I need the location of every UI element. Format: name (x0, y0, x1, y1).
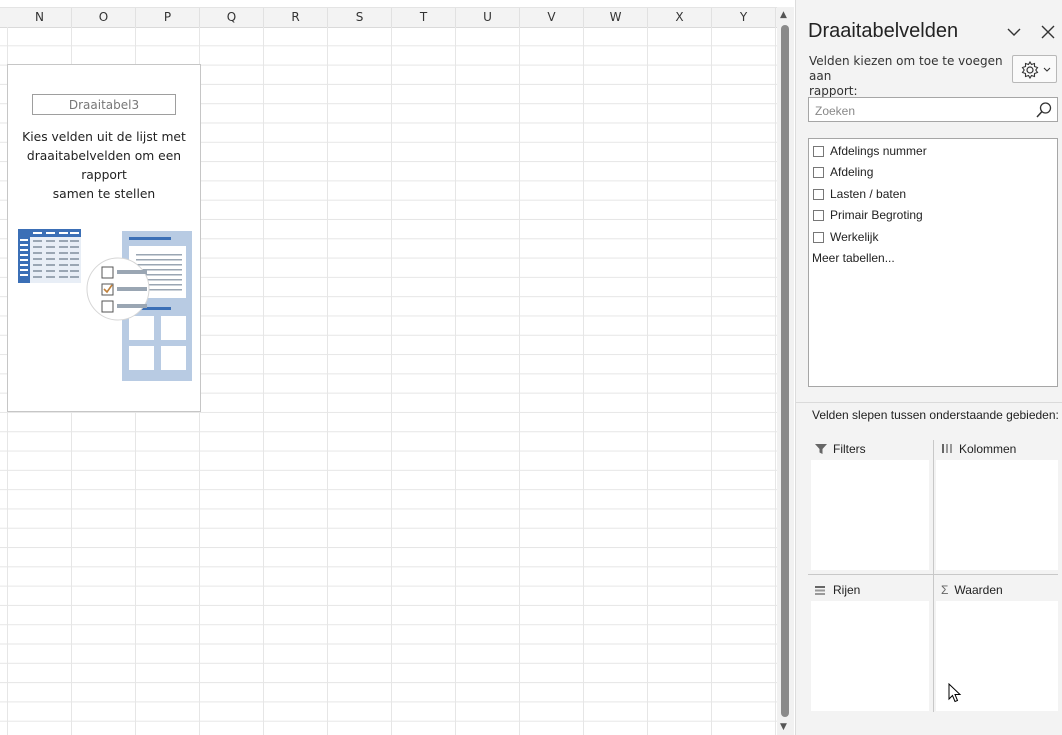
filters-area-label: Filters (833, 442, 866, 456)
filter-icon (815, 444, 827, 454)
field-item-afdeling[interactable]: Afdeling (813, 162, 873, 182)
pivot-instruction-line: draaitabelvelden om een rapport (26, 149, 182, 182)
field-label: Primair Begroting (830, 208, 923, 222)
tools-button[interactable] (1012, 55, 1057, 83)
drag-areas-label: Velden slepen tussen onderstaande gebied… (812, 408, 1059, 422)
field-item-afdelings-nummer[interactable]: Afdelings nummer (813, 141, 927, 161)
gear-icon (1021, 60, 1051, 80)
column-header-bar: N O P Q R S T U V W X Y (0, 7, 777, 28)
more-tables-link[interactable]: Meer tabellen... (812, 251, 895, 265)
pane-subtitle: Velden kiezen om toe te voegen aan rappo… (809, 54, 1009, 99)
field-label: Afdeling (830, 165, 874, 179)
column-header-n[interactable]: N (8, 8, 72, 27)
spreadsheet-grid[interactable]: N O P Q R S T U V W X Y Draaitabel3 Kies… (0, 0, 777, 735)
pane-divider (796, 402, 1062, 403)
field-checkbox[interactable] (813, 145, 824, 157)
field-item-werkelijk[interactable]: Werkelijk (813, 227, 878, 247)
scroll-down-icon[interactable]: ▼ (780, 722, 787, 732)
field-search-box[interactable] (808, 97, 1058, 123)
pivot-illustration-icon (18, 229, 192, 381)
scrollbar-thumb[interactable] (781, 25, 789, 717)
column-header-t[interactable]: T (392, 8, 456, 27)
columns-drop-area[interactable] (936, 460, 1058, 570)
columns-icon (942, 444, 952, 453)
field-checkbox[interactable] (813, 209, 824, 221)
close-icon[interactable] (1038, 22, 1058, 42)
values-area-header: Σ Waarden (941, 580, 1003, 600)
pivot-table-name: Draaitabel3 (32, 94, 176, 115)
pane-subtitle-line: Velden kiezen om toe te voegen aan (809, 54, 1003, 83)
column-header-s[interactable]: S (328, 8, 392, 27)
field-checkbox[interactable] (813, 166, 824, 178)
search-input[interactable] (809, 98, 1037, 123)
pivot-instruction: Kies velden uit de lijst met draaitabelv… (8, 128, 200, 204)
rows-area-label: Rijen (833, 583, 861, 597)
search-icon[interactable] (1035, 101, 1053, 119)
column-header-y[interactable]: Y (712, 8, 776, 27)
field-label: Werkelijk (830, 230, 879, 244)
columns-area-label: Kolommen (959, 442, 1017, 456)
area-separator (933, 440, 934, 712)
mouse-cursor-icon (948, 683, 962, 703)
field-checkbox[interactable] (813, 231, 824, 243)
column-header-r[interactable]: R (264, 8, 328, 27)
field-checkbox[interactable] (813, 188, 824, 200)
chevron-down-icon[interactable] (1004, 22, 1024, 42)
pivot-instruction-line: Kies velden uit de lijst met (22, 130, 186, 144)
pane-title: Draaitabelvelden (808, 20, 959, 42)
vertical-scrollbar[interactable]: ▲ ▼ (777, 7, 794, 735)
column-header-q[interactable]: Q (200, 8, 264, 27)
field-label: Afdelings nummer (830, 144, 927, 158)
column-header-p[interactable]: P (136, 8, 200, 27)
field-item-lasten-baten[interactable]: Lasten / baten (813, 184, 906, 204)
rows-drop-area[interactable] (811, 601, 929, 711)
filters-drop-area[interactable] (811, 460, 929, 570)
pivot-instruction-line: samen te stellen (52, 187, 156, 201)
filters-area-header: Filters (814, 439, 866, 459)
rows-area-header: Rijen (814, 580, 860, 600)
sigma-icon: Σ (941, 583, 949, 597)
scroll-up-icon[interactable]: ▲ (780, 10, 787, 20)
columns-area-header: Kolommen (941, 439, 1016, 459)
column-header-u[interactable]: U (456, 8, 520, 27)
column-header-o[interactable]: O (72, 8, 136, 27)
field-item-primair-begroting[interactable]: Primair Begroting (813, 205, 923, 225)
pivot-fields-pane: Draaitabelvelden Velden kiezen om toe te… (795, 0, 1062, 735)
rows-icon (815, 586, 825, 595)
values-area-label: Waarden (954, 583, 1003, 597)
field-list: Afdelings nummer Afdeling Lasten / baten… (808, 138, 1058, 387)
column-header-x[interactable]: X (648, 8, 712, 27)
pivot-table-placeholder[interactable]: Draaitabel3 Kies velden uit de lijst met… (7, 64, 201, 412)
column-header-w[interactable]: W (584, 8, 648, 27)
column-header-v[interactable]: V (520, 8, 584, 27)
area-separator (808, 574, 1058, 575)
field-label: Lasten / baten (830, 187, 907, 201)
